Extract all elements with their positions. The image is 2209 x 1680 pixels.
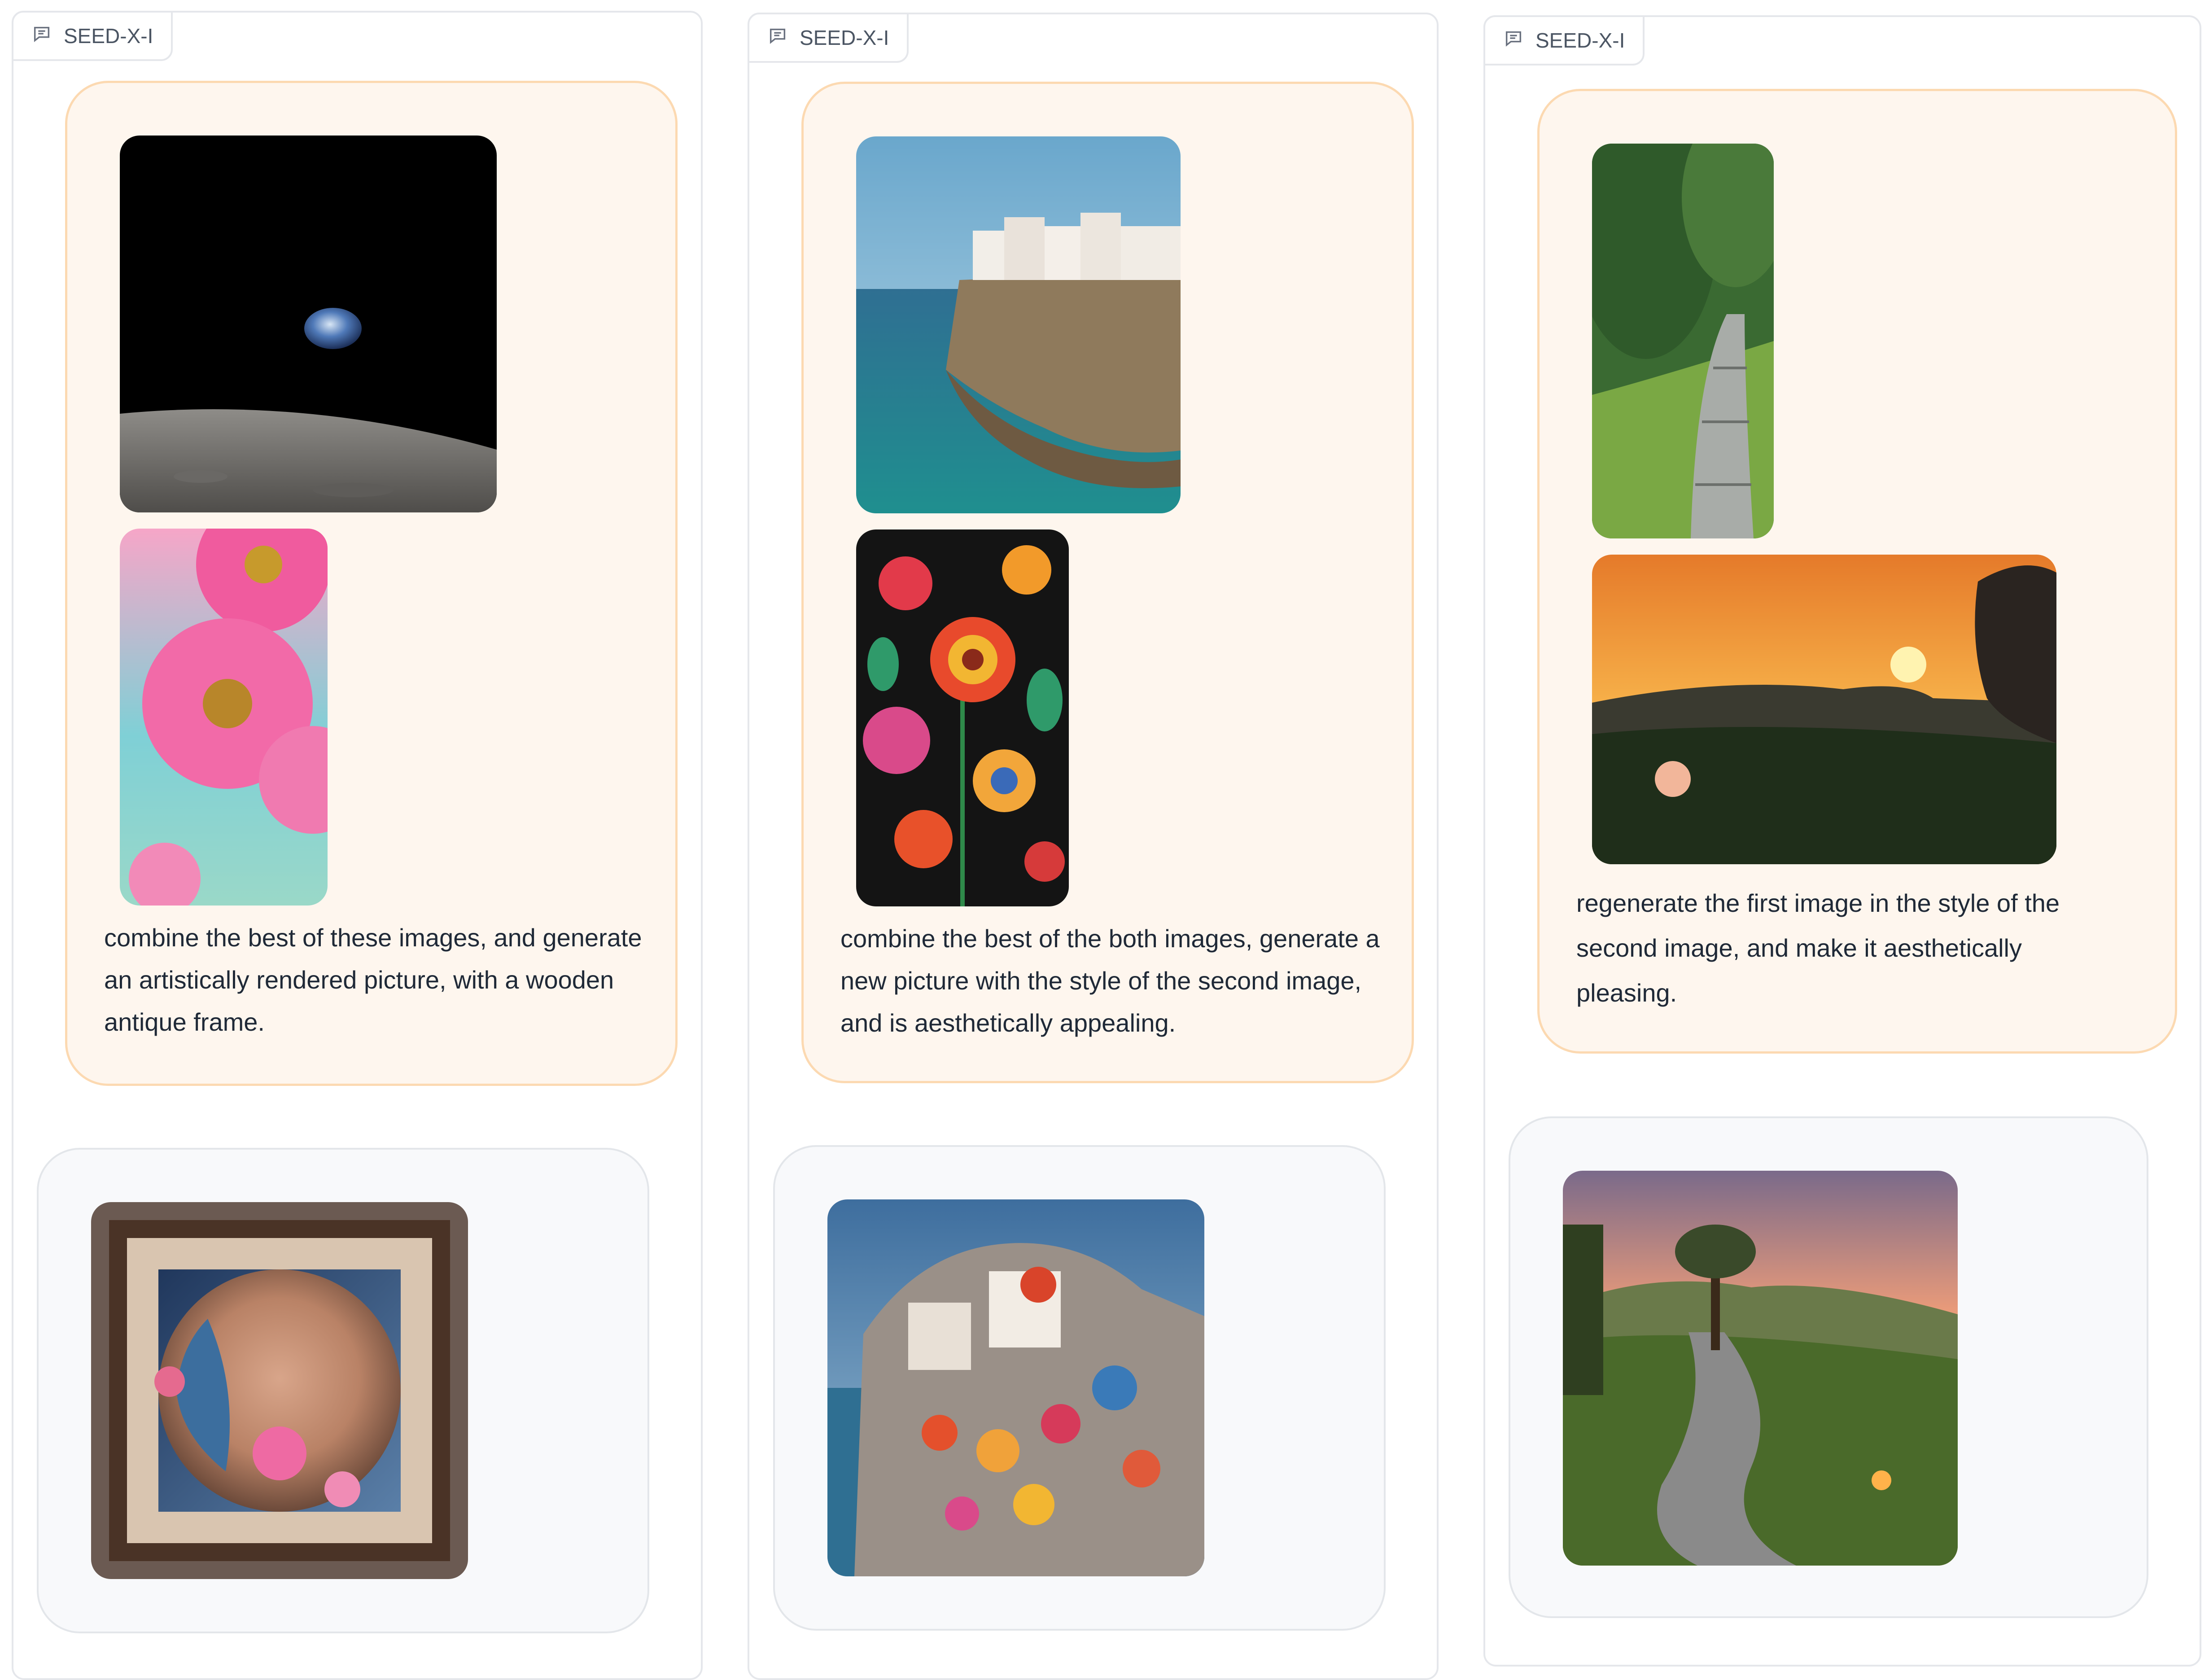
chat-panel-1: SEED-X-I combine the best of these image…	[12, 11, 703, 1680]
embroidered-folk-flowers-image[interactable]	[856, 529, 1069, 906]
user-message-text: combine the best of the both images, gen…	[840, 924, 1380, 1037]
chat-icon	[31, 23, 52, 49]
framed-planet-with-flowers-image[interactable]	[91, 1202, 468, 1579]
tropical-sunset-image[interactable]	[1592, 555, 2056, 864]
chatbot-label: SEED-X-I	[748, 13, 909, 63]
sunset-stone-path-image[interactable]	[1563, 1171, 1958, 1566]
chat-icon	[767, 25, 788, 51]
user-message-bubble: combine the best of the both images, gen…	[801, 82, 1414, 1083]
pink-gerbera-flowers-image[interactable]	[120, 529, 328, 906]
chat-icon	[1503, 28, 1524, 53]
bot-message-bubble	[37, 1148, 649, 1633]
bot-message-bubble	[773, 1145, 1386, 1631]
chatbot-label: SEED-X-I	[1483, 15, 1645, 66]
chat-panel-2: SEED-X-I combine the best of the both im…	[748, 13, 1439, 1680]
chat-panel-3: SEED-X-I regenerate the first image in t…	[1483, 15, 2201, 1667]
chatbot-label-text: SEED-X-I	[64, 24, 153, 48]
chatbot-label-text: SEED-X-I	[800, 26, 889, 49]
chatbot-label: SEED-X-I	[12, 11, 173, 61]
chatbot-label-text: SEED-X-I	[1535, 29, 1625, 52]
user-message-text: regenerate the first image in the style …	[1576, 889, 2060, 1007]
earth-rising-over-moon-image[interactable]	[120, 136, 497, 512]
bot-message-bubble	[1509, 1116, 2148, 1618]
seaside-cliff-town-image[interactable]	[856, 136, 1181, 513]
user-message-text: combine the best of these images, and ge…	[104, 923, 642, 1036]
floral-embroidered-cliff-town-image[interactable]	[827, 1199, 1204, 1576]
user-message-bubble: combine the best of these images, and ge…	[65, 81, 678, 1086]
stone-garden-path-image[interactable]	[1592, 144, 1774, 538]
user-message-bubble: regenerate the first image in the style …	[1537, 89, 2177, 1054]
